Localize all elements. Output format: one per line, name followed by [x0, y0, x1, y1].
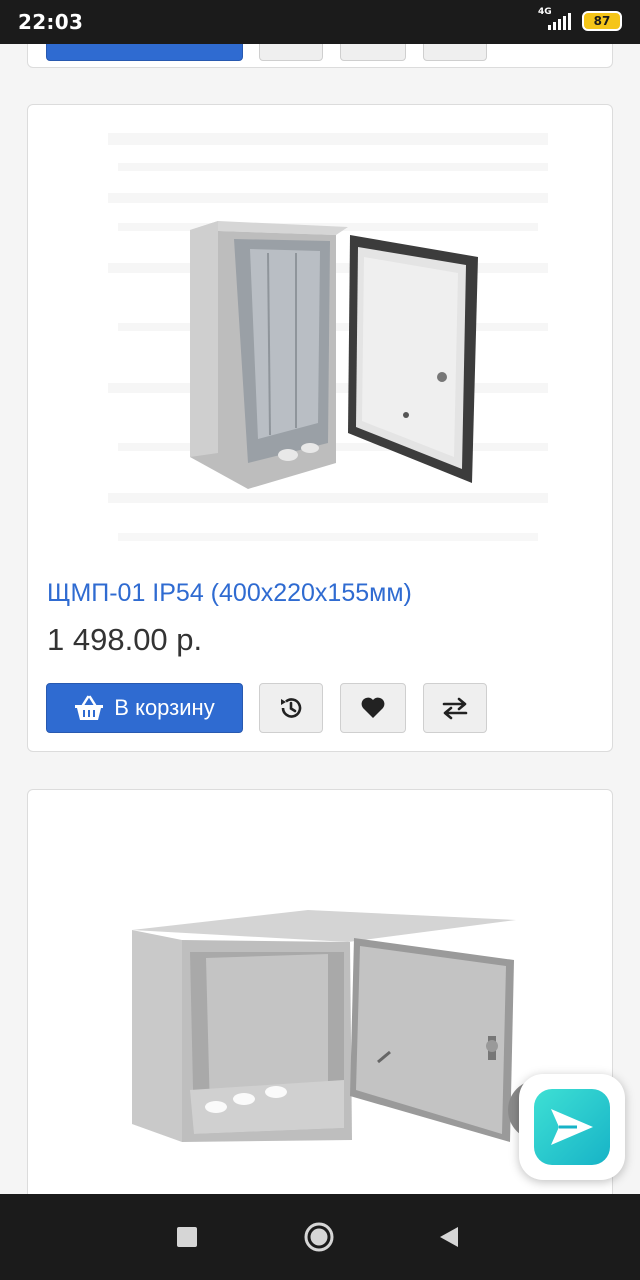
page-content: ЩМП-01 IP54 (400x220x155мм) 1 498.00 р. …	[0, 44, 640, 1194]
history-icon	[281, 698, 302, 718]
back-icon	[440, 1227, 458, 1247]
product-image[interactable]	[48, 123, 594, 569]
send-icon	[551, 1109, 593, 1145]
status-icons: 4G 87	[538, 7, 622, 32]
recent-apps-icon	[177, 1227, 197, 1247]
system-nav-bar	[0, 1194, 640, 1280]
compare-button[interactable]	[423, 44, 487, 61]
basket-icon	[75, 695, 104, 720]
add-to-cart-button[interactable]: В корзину	[46, 683, 243, 733]
home-button[interactable]	[302, 1220, 336, 1254]
home-icon	[304, 1222, 334, 1252]
compare-icon	[442, 697, 468, 720]
back-button[interactable]	[432, 1220, 466, 1254]
favorite-button[interactable]	[340, 683, 406, 733]
product-card-previous	[27, 44, 613, 68]
chat-widget-button[interactable]	[519, 1074, 625, 1180]
heart-icon	[361, 697, 385, 718]
product-title[interactable]: ЩМП-01 IP54 (400x220x155мм)	[47, 579, 412, 608]
status-time: 22:03	[18, 10, 84, 34]
signal-icon: 4G	[538, 7, 572, 32]
recent-apps-button[interactable]	[170, 1220, 204, 1254]
history-button[interactable]	[259, 44, 323, 61]
status-bar: 22:03 4G 87	[0, 0, 640, 44]
battery-level: 87	[593, 14, 611, 28]
battery-icon: 87	[582, 11, 622, 31]
add-to-cart-label: В корзину	[114, 695, 215, 720]
chat-widget-badge	[534, 1089, 610, 1165]
product-price: 1 498.00 р.	[47, 622, 203, 657]
add-to-cart-button[interactable]	[46, 44, 243, 61]
favorite-button[interactable]	[340, 44, 406, 61]
compare-button[interactable]	[423, 683, 487, 733]
product-card: ЩМП-01 IP54 (400x220x155мм) 1 498.00 р. …	[27, 104, 613, 752]
history-button[interactable]	[259, 683, 323, 733]
